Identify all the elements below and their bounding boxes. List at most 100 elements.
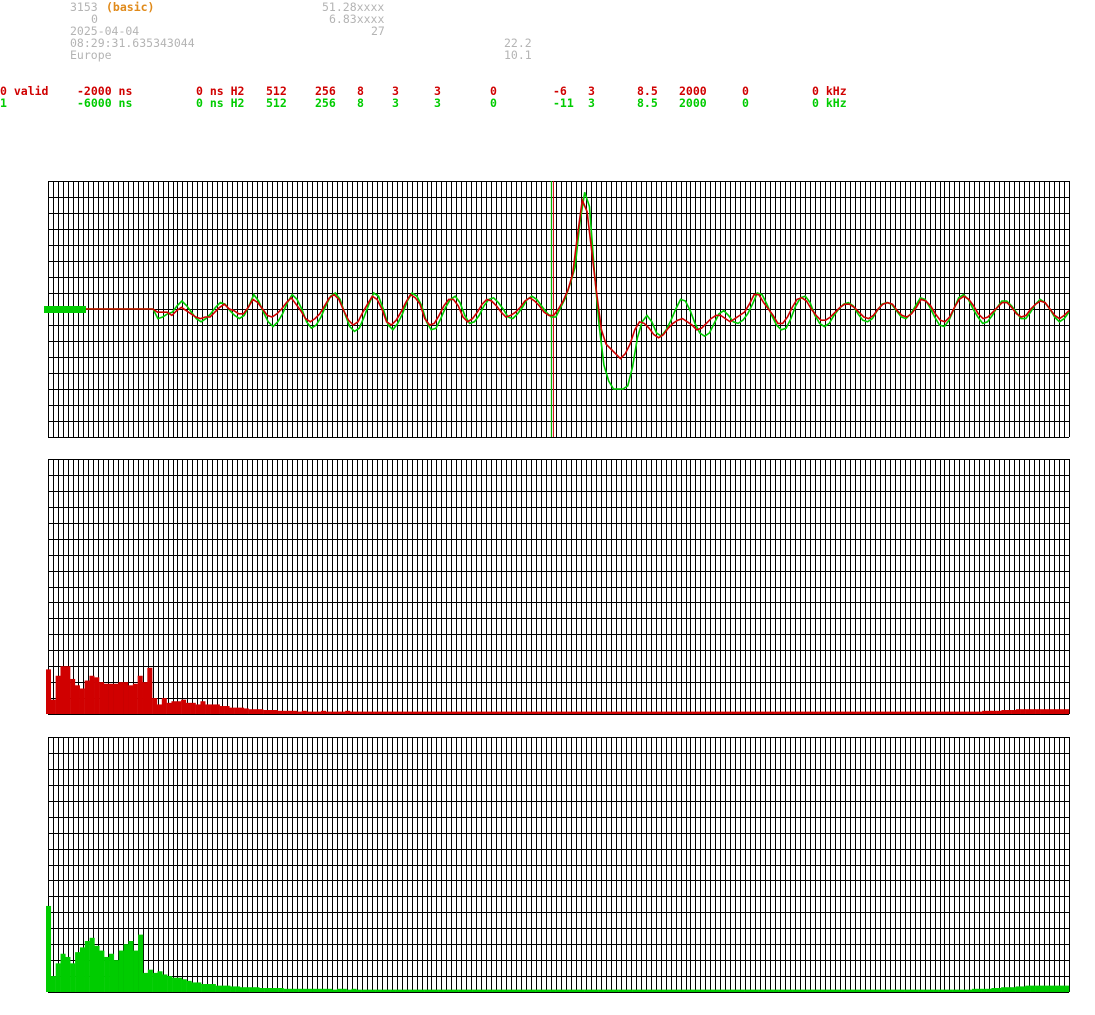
spectrum-bar [118,950,124,992]
spectrum-bar [885,711,891,714]
spectrum-bar [750,711,756,714]
spectrum-bar [610,711,616,714]
spectrum-bar [976,988,982,992]
spectrum-bar [986,710,992,714]
spectrum-bar [448,989,454,992]
spectrum-bar [84,941,90,992]
spectrum-bar [190,702,196,714]
spectrum-bar [249,987,255,992]
spectrum-bar [332,989,338,992]
spectrum-bar [540,989,546,992]
spectrum-bar [482,989,488,992]
spectrum-bar [1064,985,1070,993]
spectrum-bar [248,709,254,714]
spectrum-bar [586,711,592,714]
spectrum-bar [254,987,260,992]
spectrum-bar [388,711,394,714]
spectrum-bar [225,985,231,993]
spectrum-bar [589,989,595,992]
spectrum-bar [1049,709,1055,714]
spectrum-bar [272,710,278,714]
spectrum-bar [113,683,119,714]
spectrum-bar [364,711,370,714]
spectrum-bar [436,711,442,714]
spectrum-bar [1015,709,1021,714]
spectrum-bar [166,702,172,714]
spectrum-bar [89,937,95,992]
spectrum-bar [658,711,664,714]
spectrum-bar [306,711,312,714]
spectrum-bar [201,984,207,992]
spectrum-bar [370,989,376,992]
spectrum-bar [263,710,269,714]
spectrum-bar [972,711,978,714]
spectrum-bar [404,989,410,992]
spectrum-bar [298,988,304,992]
spectrum-bar [789,711,795,714]
spectrum-bar [383,711,389,714]
spectrum-bar [904,989,910,992]
spectrum-bar [744,989,750,992]
waveform-baseline-block [44,306,86,313]
spectrum-bar [769,711,775,714]
spectrum-bar [678,711,684,714]
spectrum-bar [943,711,949,714]
spectrum-bar [841,989,847,992]
spectrum-bar [273,988,279,992]
spectrum-bar [171,701,177,714]
spectrum-bar [731,711,737,714]
spectrum-bar [875,989,881,992]
spectrum-bar [186,980,192,992]
spectrum-bar [904,711,910,714]
spectrum-bar [547,711,553,714]
spectrum-bar [477,989,483,992]
spectrum-bar [453,989,459,992]
spectrum-bar [938,711,944,714]
spectrum-bar [530,989,536,992]
spectrum-bar [321,710,327,714]
spectrum-bar [181,979,187,992]
spectrum-bar [914,711,920,714]
spectrum-bar [1059,709,1065,714]
spectrum-bar [243,708,249,714]
spectrum-bar [75,952,81,992]
spectrum-bar [1040,709,1046,714]
spectrum-bar [55,963,61,992]
spectrum-bar [579,989,585,992]
spectrum-bar [487,989,493,992]
spectrum-bar [210,984,216,992]
spectrum-bar [1005,987,1012,992]
spectrum-bar [79,688,85,714]
spectrum-bar [438,989,444,992]
spectrum-bar [220,985,226,993]
spectrum-bar [147,969,153,992]
spectrum-bar [340,711,346,714]
spectrum-bar [277,710,283,714]
spectrum-bar [991,710,997,714]
spectrum-bar [620,711,626,714]
spectrum-bar [307,988,313,992]
spectrum-bar [649,711,655,714]
spectrum-bar [409,989,415,992]
spectrum-bar [142,682,148,715]
spectrum-bar [185,702,191,714]
spectrum-bar [412,711,418,714]
spectrum-bar [458,989,464,992]
spectrum-bar [671,989,677,992]
spectrum-bar [50,699,56,714]
spectrum-bar [957,989,963,992]
spectrum-bar [128,941,134,992]
spectrum-bar [918,989,924,992]
spectrum-bar [99,950,105,992]
spectrum-bar [460,711,467,714]
spectrum-bar [258,709,264,714]
spectrum-bar [913,989,919,992]
spectrum-bar [46,905,52,992]
spectrum-bar [341,988,347,992]
spectrum-bar [695,989,701,992]
spectrum-bar [70,678,76,714]
spectrum-bar [1035,709,1041,714]
spectrum-bar [760,711,766,714]
plot-grid-1 [48,459,1070,715]
spectrum-bar [666,989,672,992]
